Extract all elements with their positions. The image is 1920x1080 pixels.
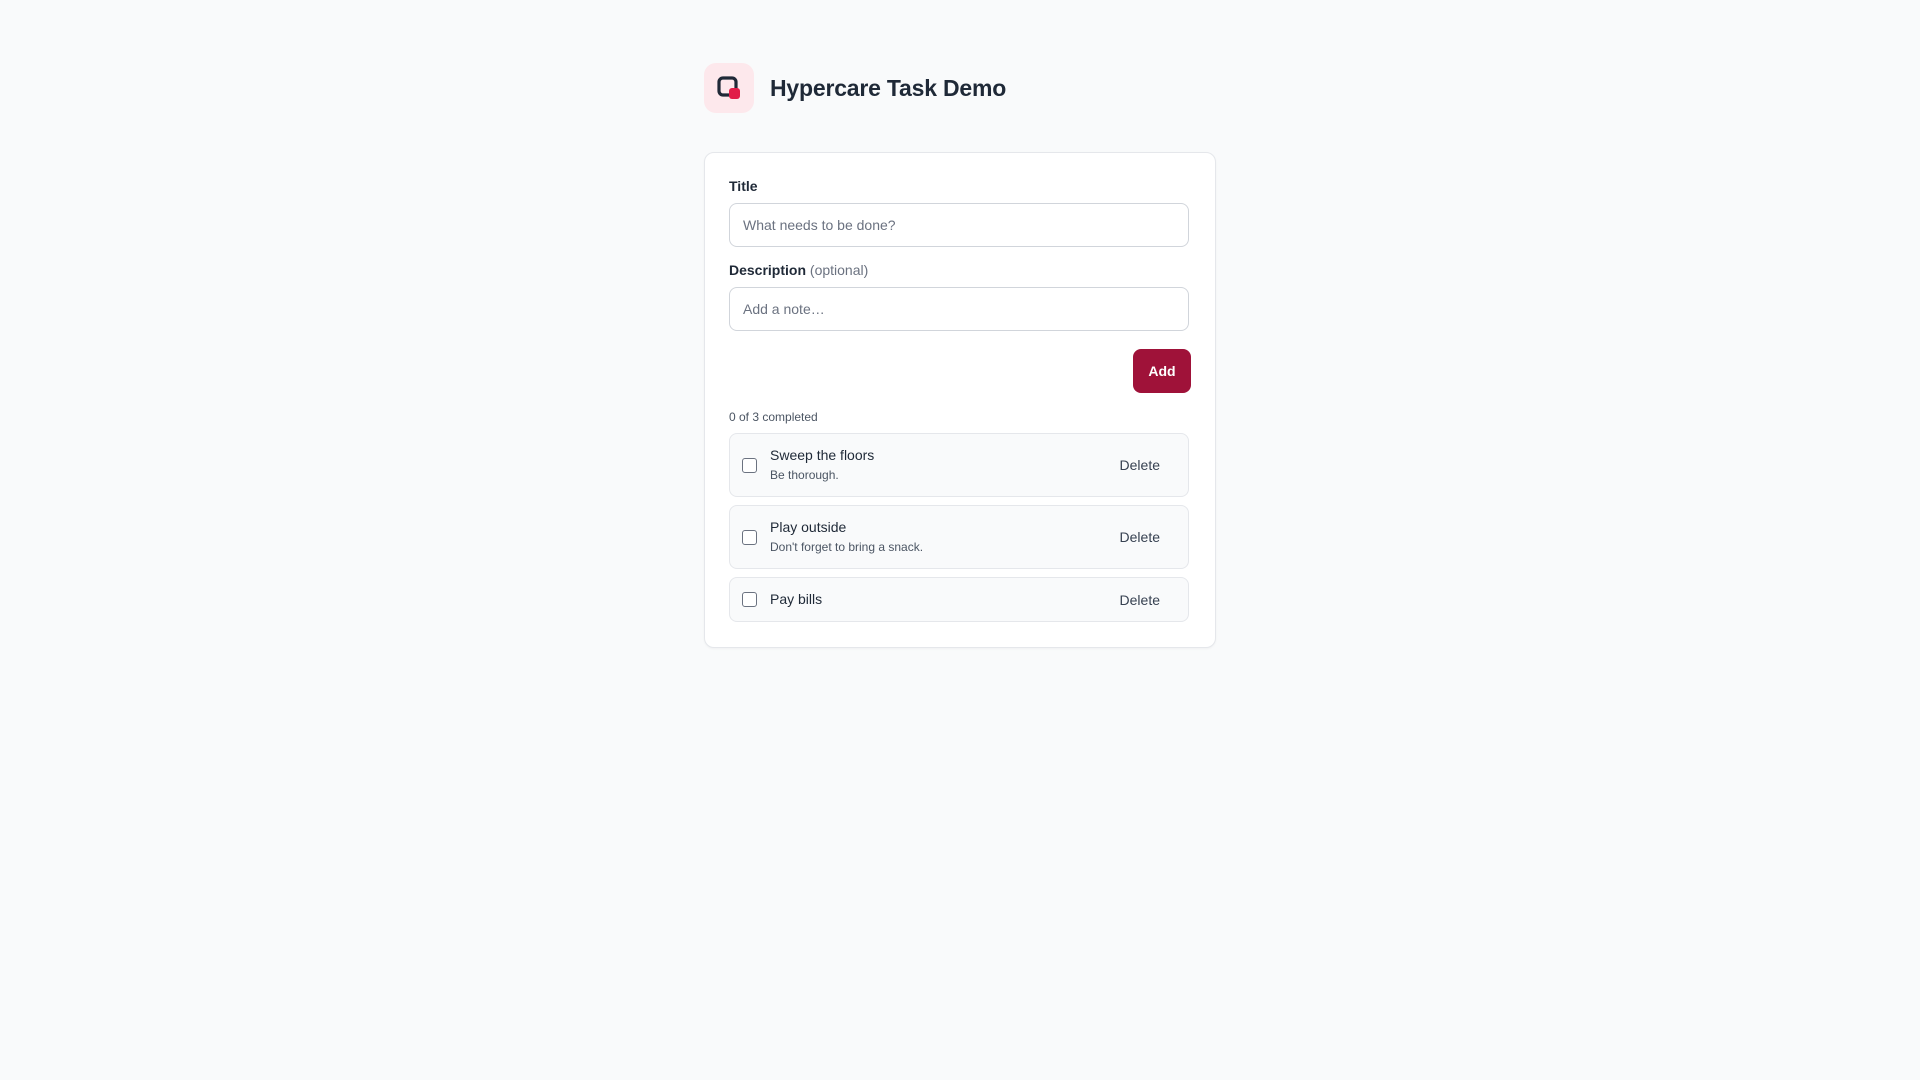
task-checkbox[interactable] (742, 458, 757, 473)
app-header: Hypercare Task Demo (704, 63, 1006, 113)
title-label: Title (729, 178, 758, 194)
title-input[interactable] (729, 203, 1189, 247)
task-title: Sweep the floors (770, 447, 875, 463)
description-label-text: Description (729, 262, 807, 278)
delete-button[interactable]: Delete (1106, 451, 1174, 479)
task-description: Don't forget to bring a snack. (770, 540, 924, 554)
optional-hint: (optional) (809, 262, 869, 278)
task-title: Play outside (770, 519, 847, 535)
delete-button[interactable]: Delete (1106, 586, 1174, 614)
description-label: Description (optional) (729, 262, 868, 278)
delete-button[interactable]: Delete (1106, 523, 1174, 551)
description-input[interactable] (729, 287, 1189, 331)
task-checkbox[interactable] (742, 592, 757, 607)
hypercare-logo-icon (704, 63, 754, 113)
task-item: Play outside Don't forget to bring a sna… (729, 505, 1189, 569)
task-title: Pay bills (770, 591, 823, 607)
task-description: Be thorough. (770, 468, 839, 482)
add-button[interactable]: Add (1133, 349, 1191, 393)
title-label-text: Title (729, 178, 758, 194)
task-card: Title Description (optional) Add 0 of 3 … (704, 152, 1216, 648)
completion-status: 0 of 3 completed (729, 410, 818, 424)
task-checkbox[interactable] (742, 530, 757, 545)
task-item: Sweep the floors Be thorough. Delete (729, 433, 1189, 497)
page-title: Hypercare Task Demo (770, 74, 1007, 101)
task-item: Pay bills Delete (729, 577, 1189, 622)
